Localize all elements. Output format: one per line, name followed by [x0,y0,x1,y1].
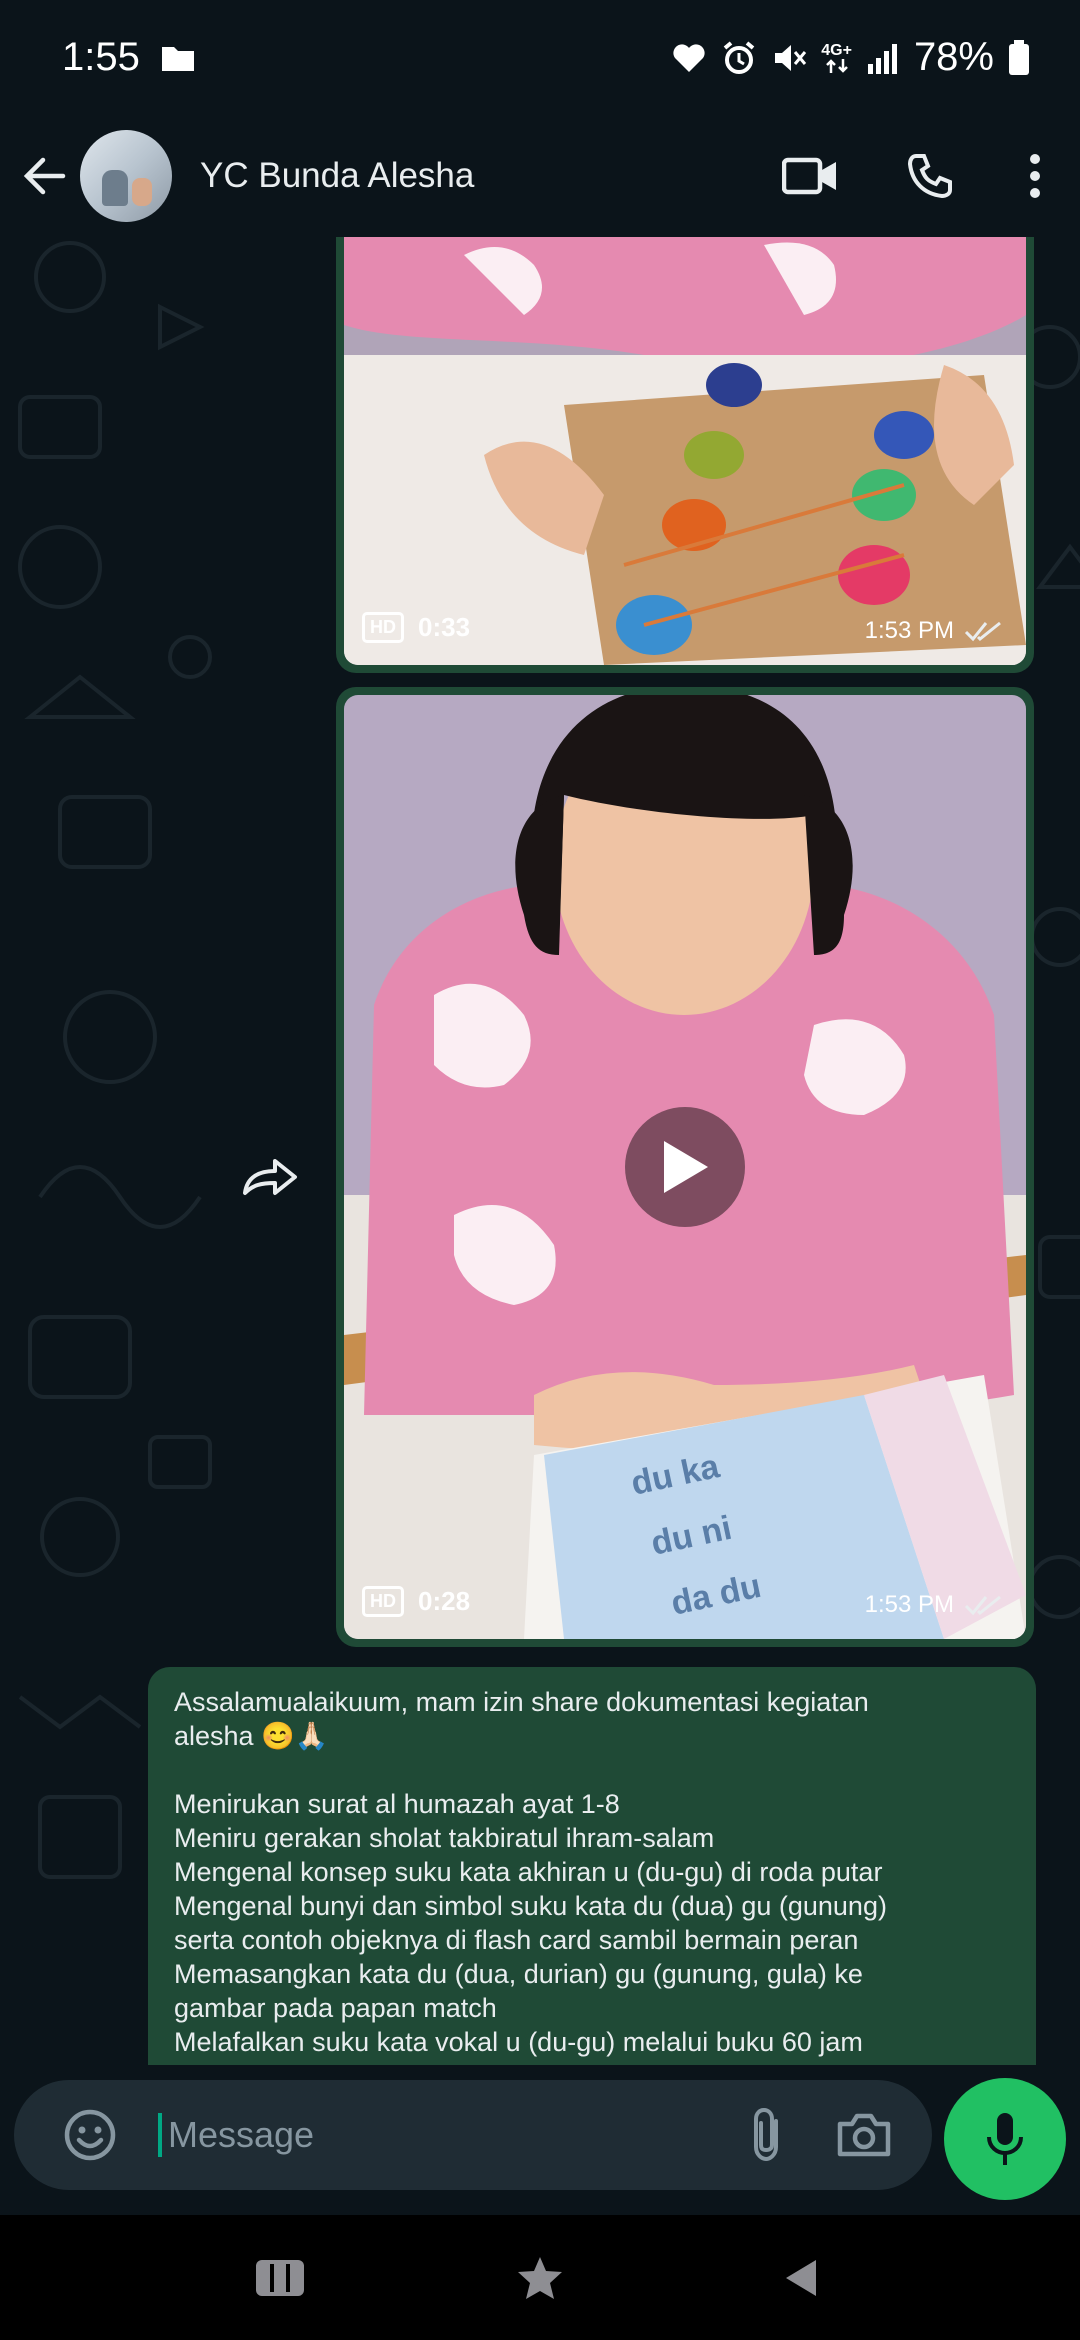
hd-badge: HD [362,1586,404,1617]
forward-icon [243,1159,297,1195]
attach-button[interactable] [720,2087,816,2183]
message-line: Mengenal konsep suku kata akhiran u (du-… [174,1857,883,1887]
message-line: serta contoh objeknya di flash card samb… [174,1925,859,1955]
alarm-icon [721,40,757,76]
video-message[interactable]: du ka du ni da du HD 0:28 1:53 PM [336,687,1034,1647]
battery-percent: 78% [913,35,994,79]
phone-icon [907,154,952,199]
system-navigation-bar [0,2215,1080,2340]
home-star-icon [518,2256,562,2299]
video-duration: 0:28 [418,1586,471,1616]
message-line: Mengenal bunyi dan simbol suku kata du (… [174,1891,887,1921]
message-line: gambar pada papan match [174,1993,497,2023]
message-composer: Message [14,2080,932,2190]
voice-call-button[interactable] [870,115,990,237]
message-line: Menirukan surat al humazah ayat 1-8 [174,1789,620,1819]
composer: Message [0,2065,1080,2215]
message-time: 1:53 PM [864,617,954,644]
video-meta: HD 0:28 [362,1586,470,1617]
message-time: 1:53 PM [864,1591,954,1618]
signal-icon [866,42,900,74]
video-duration: 0:33 [418,612,471,642]
chat-area[interactable]: HD 0:33 1:53 PM du ka du ni da du HD 0:2… [0,237,1080,2065]
message-line: Assalamualaikuum, mam izin share dokumen… [174,1687,869,1717]
read-receipt-icon [964,1595,1001,1616]
folder-icon [160,43,196,73]
network-icon: 4G+ [821,42,852,73]
back-triangle-icon [786,2259,816,2296]
avatar[interactable] [80,130,172,222]
status-time: 1:55 [62,35,140,79]
message-line: Melafalkan suku kata vokal u (du-gu) mel… [174,2027,863,2057]
status-bar: 1:55 4G+ 78% [0,0,1080,115]
message-input[interactable]: Message [158,2113,720,2157]
forward-button[interactable] [230,1137,310,1217]
back-arrow-icon [23,157,66,195]
message-line: alesha 😊🙏🏻 [174,1721,329,1751]
read-receipt-icon [964,621,1001,642]
message-line: Meniru gerakan sholat takbiratul ihram-s… [174,1823,715,1853]
video-message[interactable]: HD 0:33 1:53 PM [336,237,1034,673]
mute-icon [771,40,807,76]
video-meta: HD 0:33 [362,612,470,643]
message-line: Memasangkan kata du (dua, durian) gu (gu… [174,1959,863,1989]
video-thumbnail-image [344,237,1026,665]
emoji-icon [64,2109,116,2161]
home-button[interactable] [490,2228,590,2328]
message-meta: 1:53 PM [865,1591,1004,1619]
video-thumbnail[interactable]: du ka du ni da du HD 0:28 1:53 PM [344,695,1026,1639]
contact-name[interactable]: YC Bunda Alesha [200,156,750,196]
play-button[interactable] [625,1107,745,1227]
back-nav-button[interactable] [750,2228,850,2328]
more-icon [1030,154,1040,198]
message-meta: 1:53 PM [865,617,1004,645]
heart-icon [671,42,707,74]
text-message[interactable]: Assalamualaikuum, mam izin share dokumen… [148,1667,1036,2065]
video-call-icon [782,157,836,195]
hd-badge: HD [362,612,404,643]
emoji-button[interactable] [42,2087,138,2183]
microphone-icon [987,2113,1023,2165]
camera-icon [837,2113,891,2157]
recent-apps-button[interactable] [230,2228,330,2328]
voice-message-button[interactable] [944,2078,1066,2200]
recent-apps-icon [256,2259,304,2296]
video-call-button[interactable] [750,115,870,237]
video-thumbnail[interactable]: HD 0:33 1:53 PM [344,237,1026,665]
chat-header: YC Bunda Alesha [0,115,1080,237]
more-options-button[interactable] [990,115,1080,237]
camera-button[interactable] [816,2087,912,2183]
play-icon [664,1141,708,1193]
paperclip-icon [754,2107,778,2162]
battery-icon [1008,39,1030,76]
back-button[interactable] [0,115,90,237]
